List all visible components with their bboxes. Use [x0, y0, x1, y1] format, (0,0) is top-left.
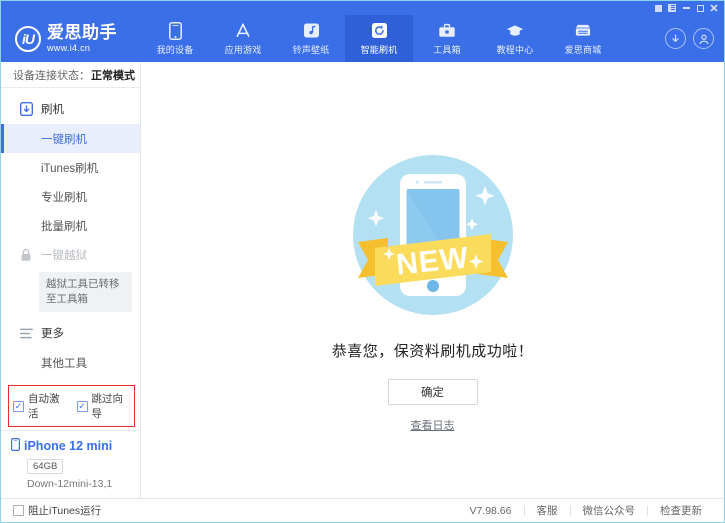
- maximize-icon[interactable]: [694, 3, 706, 14]
- more-list-icon: [19, 326, 33, 340]
- nav-label: 爱思商城: [565, 43, 602, 56]
- status-bar: 阻止iTunes运行 V7.98.66 客服 微信公众号 检查更新: [1, 498, 724, 522]
- device-name: iPhone 12 mini: [24, 439, 112, 453]
- nav-item-my-device[interactable]: 我的设备: [141, 15, 209, 62]
- sidebar-nav: 刷机 一键刷机 iTunes刷机 专业刷机 批量刷机: [1, 88, 140, 381]
- pin-icon[interactable]: [652, 3, 664, 14]
- nav-item-smart-flash[interactable]: 智能刷机: [345, 15, 413, 62]
- sidebar-group-flash[interactable]: 刷机: [1, 94, 140, 124]
- nav-label: 铃声壁纸: [293, 43, 330, 56]
- refresh-icon: [370, 22, 388, 40]
- sidebar-group-label: 一键越狱: [41, 247, 87, 263]
- jailbreak-moved-tooltip: 越狱工具已转移至工具箱: [39, 272, 132, 312]
- auto-activate-checkbox[interactable]: 自动激活: [13, 391, 67, 421]
- download-icon[interactable]: [665, 28, 686, 49]
- nav-item-ringtones-wallpaper[interactable]: 铃声壁纸: [277, 15, 345, 62]
- block-itunes-checkbox[interactable]: 阻止iTunes运行: [13, 503, 101, 518]
- sidebar-group-more[interactable]: 更多: [1, 318, 140, 348]
- connection-status-label: 设备连接状态：: [13, 67, 90, 83]
- success-message: 恭喜您，保资料刷机成功啦！: [332, 340, 534, 361]
- checkbox-box: [77, 401, 88, 412]
- connection-status: 设备连接状态： 正常模式: [1, 62, 140, 88]
- connection-status-value: 正常模式: [91, 67, 135, 83]
- phone-small-icon: [11, 438, 20, 454]
- nav-label: 智能刷机: [361, 43, 398, 56]
- header-actions: [665, 15, 714, 62]
- sidebar-item-itunes-flash[interactable]: iTunes刷机: [1, 153, 140, 182]
- appstore-icon: [234, 22, 252, 40]
- toolbox-icon: [438, 22, 456, 40]
- sidebar-group-label: 更多: [41, 325, 64, 341]
- sidebar-item-label: 一键刷机: [41, 131, 87, 147]
- version-label: V7.98.66: [457, 505, 523, 517]
- logo-mark-icon: iU: [15, 26, 41, 52]
- new-badge-phone-illustration: NEW: [342, 144, 524, 326]
- app-window: iU 爱思助手 www.i4.cn 我的设备 应用游戏: [0, 0, 725, 523]
- app-logo[interactable]: iU 爱思助手 www.i4.cn: [1, 24, 141, 53]
- logo-url: www.i4.cn: [47, 44, 117, 53]
- sidebar-bottom: 自动激活 跳过向导 iPhone 12 mini 64GB: [1, 381, 140, 498]
- sidebar-item-download-firmware[interactable]: 下载固件: [1, 377, 140, 381]
- menu-icon[interactable]: [666, 3, 678, 14]
- app-header: iU 爱思助手 www.i4.cn 我的设备 应用游戏: [1, 15, 724, 62]
- sidebar-item-label: 专业刷机: [41, 189, 87, 205]
- sidebar-group-jailbreak: 一键越狱: [1, 240, 140, 270]
- sidebar-item-pro-flash[interactable]: 专业刷机: [1, 182, 140, 211]
- sidebar-item-one-key-flash[interactable]: 一键刷机: [1, 124, 140, 153]
- app-body: 设备连接状态： 正常模式 刷机 一键刷机 iTunes刷机: [1, 62, 724, 498]
- device-identifier: Down-12mini-13,1: [27, 478, 140, 490]
- device-card[interactable]: iPhone 12 mini 64GB Down-12mini-13,1: [1, 430, 140, 498]
- block-itunes-label: 阻止iTunes运行: [28, 503, 101, 518]
- store-icon: [574, 22, 592, 40]
- check-update-link[interactable]: 检查更新: [648, 503, 714, 518]
- phone-icon: [166, 22, 184, 40]
- minimize-icon[interactable]: [680, 3, 692, 14]
- wechat-official-link[interactable]: 微信公众号: [571, 503, 648, 518]
- sidebar-item-other-tools[interactable]: 其他工具: [1, 348, 140, 377]
- nav-item-store[interactable]: 爱思商城: [549, 15, 617, 62]
- sidebar-item-label: iTunes刷机: [41, 160, 98, 176]
- main-nav: 我的设备 应用游戏 铃声壁纸 智能刷机: [141, 15, 617, 62]
- sidebar-item-label: 批量刷机: [41, 218, 87, 234]
- flash-options-highlight: 自动激活 跳过向导: [8, 385, 135, 427]
- customer-service-link[interactable]: 客服: [525, 503, 570, 518]
- nav-label: 工具箱: [433, 43, 461, 56]
- nav-label: 我的设备: [157, 43, 194, 56]
- skip-wizard-checkbox[interactable]: 跳过向导: [77, 391, 131, 421]
- sidebar: 设备连接状态： 正常模式 刷机 一键刷机 iTunes刷机: [1, 62, 141, 498]
- flash-device-icon: [19, 102, 33, 116]
- sidebar-item-batch-flash[interactable]: 批量刷机: [1, 211, 140, 240]
- logo-title: 爱思助手: [47, 24, 117, 41]
- checkbox-box: [13, 401, 24, 412]
- title-bar: [1, 1, 724, 15]
- nav-label: 教程中心: [497, 43, 534, 56]
- nav-label: 应用游戏: [225, 43, 262, 56]
- sidebar-item-label: 其他工具: [41, 355, 87, 371]
- confirm-button[interactable]: 确定: [388, 379, 478, 405]
- music-icon: [302, 22, 320, 40]
- skip-wizard-label: 跳过向导: [92, 391, 131, 421]
- close-icon[interactable]: [708, 3, 720, 14]
- user-account-icon[interactable]: [693, 28, 714, 49]
- graduation-cap-icon: [506, 22, 524, 40]
- main-content: NEW 恭喜您，保资料刷机成功啦！ 确定 查看日志: [141, 62, 724, 498]
- sidebar-group-label: 刷机: [41, 101, 64, 117]
- nav-item-apps-games[interactable]: 应用游戏: [209, 15, 277, 62]
- auto-activate-label: 自动激活: [28, 391, 67, 421]
- nav-item-toolbox[interactable]: 工具箱: [413, 15, 481, 62]
- device-capacity-badge: 64GB: [27, 459, 63, 474]
- nav-item-tutorials[interactable]: 教程中心: [481, 15, 549, 62]
- lock-icon: [19, 248, 33, 262]
- checkbox-box: [13, 505, 24, 516]
- view-log-link[interactable]: 查看日志: [411, 417, 455, 433]
